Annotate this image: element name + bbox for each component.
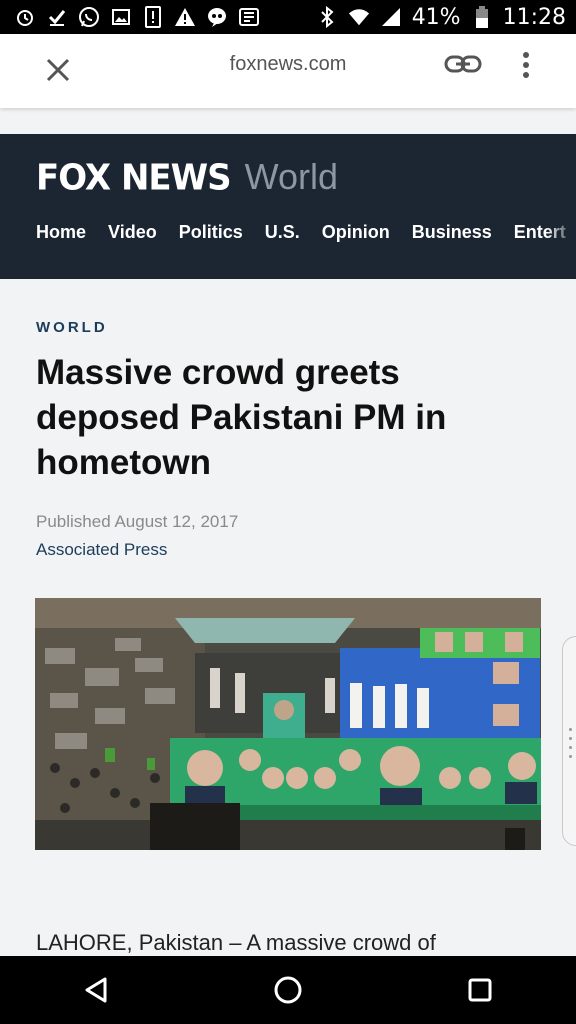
- nav-fade: [546, 214, 576, 254]
- article-body-start: LAHORE, Pakistan – A massive crowd of: [36, 930, 436, 955]
- back-icon[interactable]: [76, 970, 116, 1010]
- more-vert-icon[interactable]: [516, 50, 536, 80]
- scroll-handle-grip: [568, 728, 574, 764]
- nav-opinion[interactable]: Opinion: [322, 222, 390, 243]
- alarm-icon: [14, 6, 36, 28]
- battery-percent: 41%: [411, 4, 461, 30]
- nav-politics[interactable]: Politics: [179, 222, 243, 243]
- publish-date: Published August 12, 2017: [36, 512, 239, 531]
- fox-news-logo[interactable]: FOX NEWS World: [36, 156, 338, 199]
- article-source[interactable]: Associated Press: [36, 540, 167, 560]
- nav-home[interactable]: Home: [36, 222, 86, 243]
- notification-icons: [14, 6, 260, 28]
- system-nav-bar: [0, 956, 576, 1024]
- gallery-icon: [110, 6, 132, 28]
- section-nav: Home Video Politics U.S. Opinion Busines…: [36, 222, 576, 243]
- clock: 11:28: [502, 4, 566, 30]
- sim-alert-icon: [142, 6, 164, 28]
- link-icon[interactable]: [444, 52, 482, 76]
- nav-business[interactable]: Business: [412, 222, 492, 243]
- recents-icon[interactable]: [460, 970, 500, 1010]
- whatsapp-icon: [78, 6, 100, 28]
- warning-icon: [174, 6, 196, 28]
- article-category[interactable]: WORLD: [36, 319, 108, 336]
- site-header: FOX NEWS World Home Video Politics U.S. …: [0, 134, 576, 279]
- battery-icon: [471, 6, 493, 28]
- nav-us[interactable]: U.S.: [265, 222, 300, 243]
- section-title: World: [244, 156, 338, 197]
- hangouts-icon: [206, 6, 228, 28]
- home-icon[interactable]: [268, 970, 308, 1010]
- status-bar: 41% 11:28: [0, 0, 576, 34]
- article-headline: Massive crowd greets deposed Pakistani P…: [36, 353, 447, 482]
- nav-video[interactable]: Video: [108, 222, 157, 243]
- logo-brand: FOX NEWS: [36, 157, 232, 199]
- url-display[interactable]: foxnews.com: [0, 53, 576, 76]
- bluetooth-icon: [316, 6, 338, 28]
- wifi-icon: [348, 6, 370, 28]
- checkmark-icon: [46, 6, 68, 28]
- signal-icon: [380, 6, 402, 28]
- system-icons: 41% 11:28: [316, 5, 566, 30]
- browser-toolbar: foxnews.com: [0, 34, 576, 108]
- article-photo[interactable]: [35, 598, 541, 850]
- news-icon: [238, 6, 260, 28]
